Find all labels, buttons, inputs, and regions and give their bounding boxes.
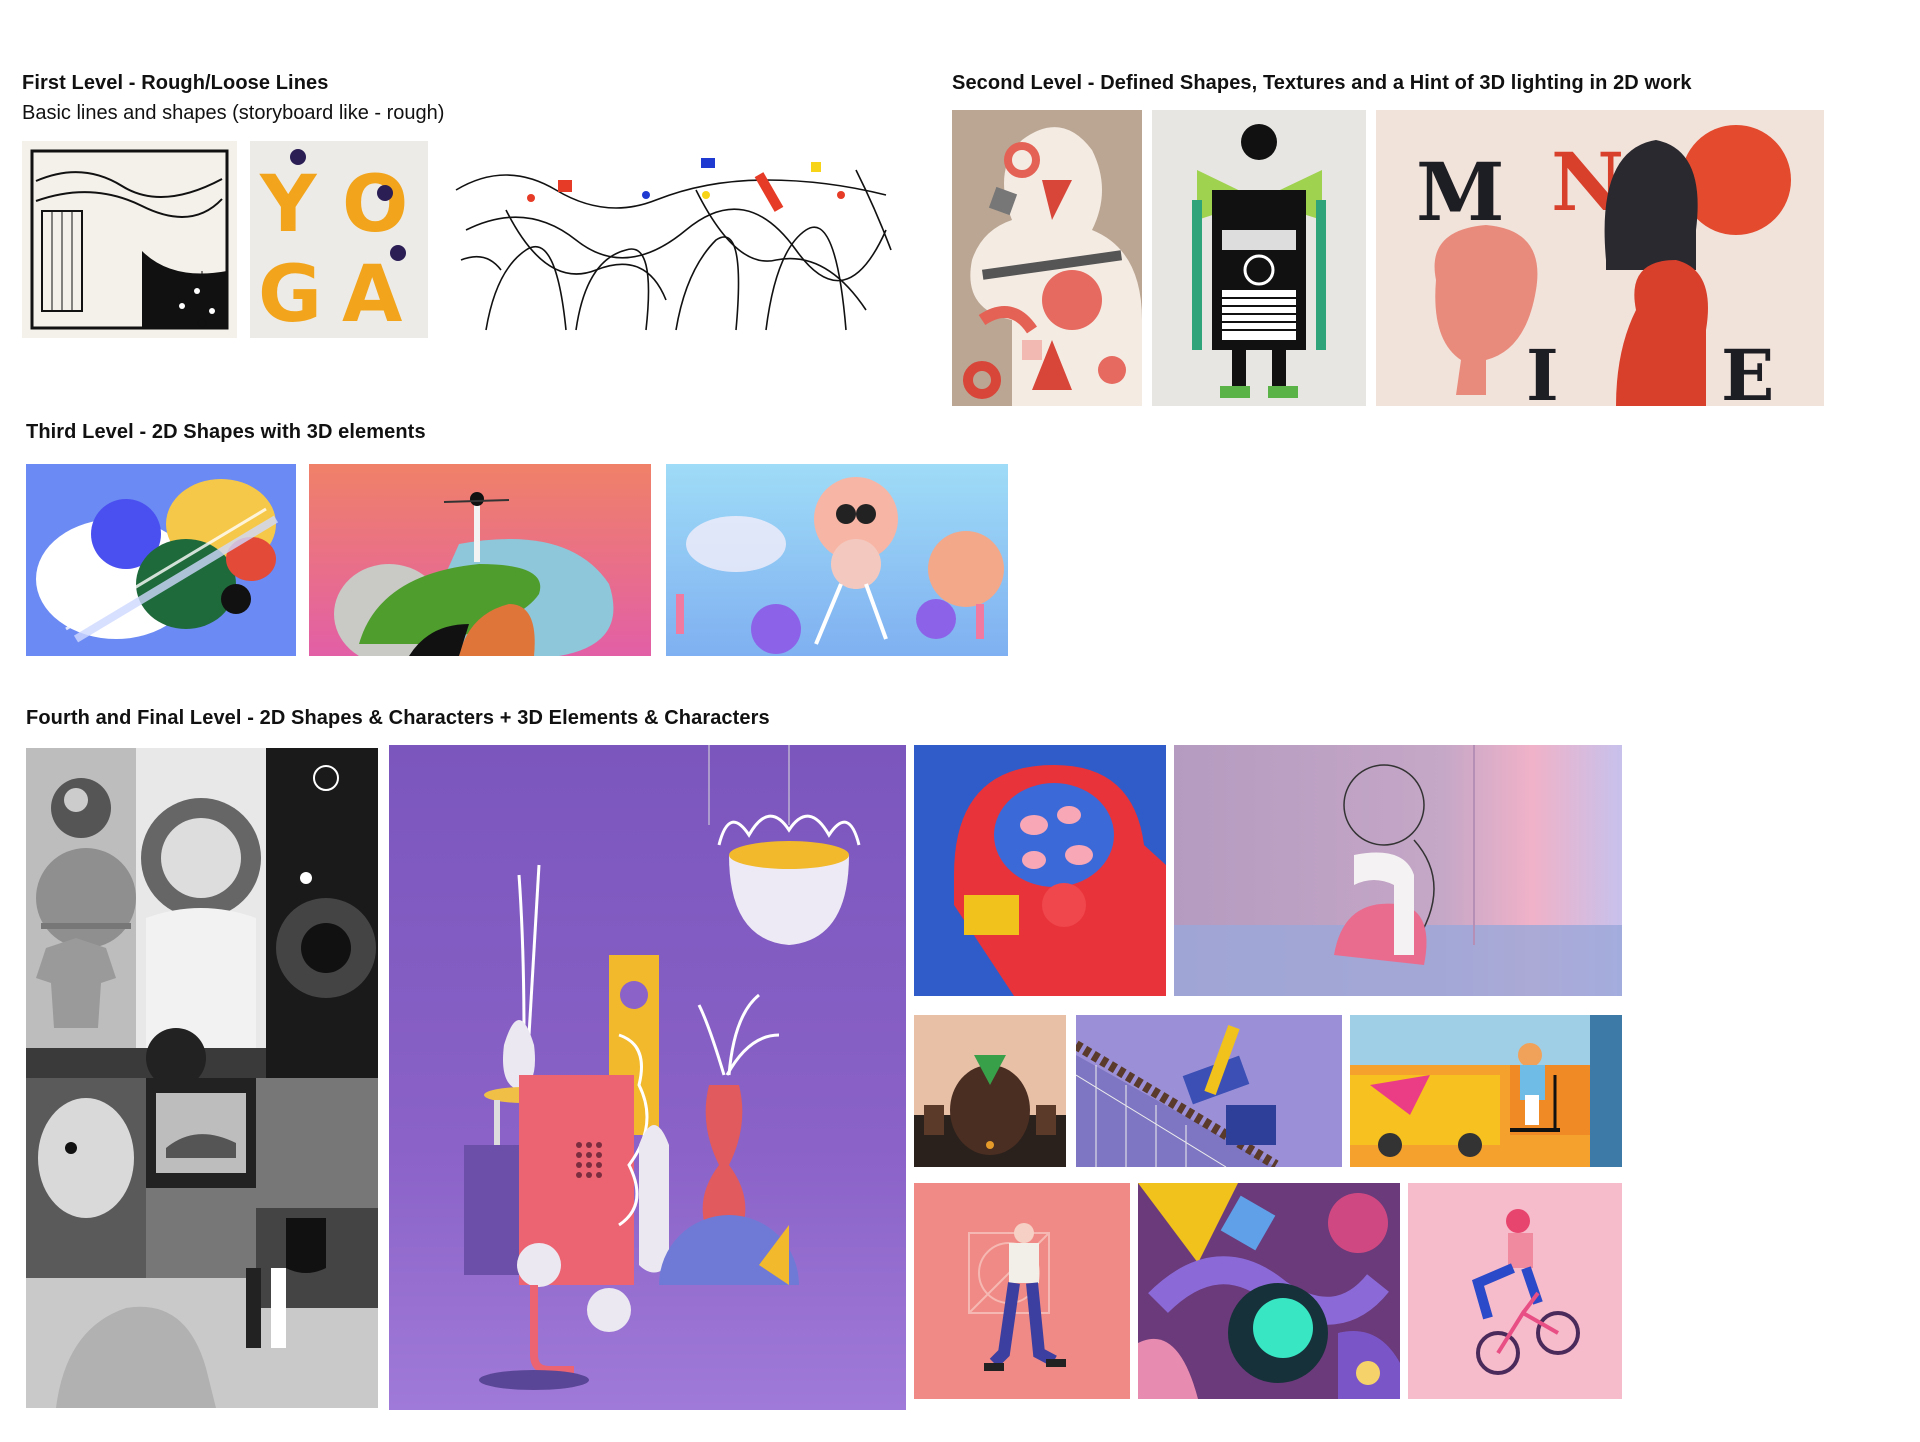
artwork-bmx-rider	[1408, 1183, 1622, 1399]
artwork-cosmic-tubes	[1138, 1183, 1400, 1399]
artwork-yoga-letters: Y O G A	[250, 141, 428, 338]
artwork-head-shapes	[952, 110, 1142, 406]
artwork-robot-figure	[1152, 110, 1366, 406]
sculpture-letter-i: I	[1526, 334, 1559, 406]
fourth-level-title: Fourth and Final Level - 2D Shapes & Cha…	[26, 707, 770, 729]
artwork-letters-sculpture: M N I E	[1376, 110, 1824, 406]
artwork-line-landscape	[22, 141, 237, 338]
artwork-scooter-rider	[1350, 1015, 1622, 1167]
artwork-grayscale-collage	[26, 748, 378, 1408]
artwork-blue-blobs	[26, 464, 296, 656]
artwork-purple-ramp	[1076, 1015, 1342, 1167]
artwork-red-head-circles	[914, 745, 1166, 996]
yoga-letter-y: Y	[259, 160, 318, 250]
sculpture-letter-e: E	[1721, 334, 1774, 406]
yoga-letter-o: O	[342, 160, 408, 250]
artwork-purple-still-life	[389, 745, 906, 1410]
first-level-title: First Level - Rough/Loose Lines	[22, 72, 329, 94]
artwork-pink-hill	[309, 464, 651, 656]
artwork-line-figures	[446, 150, 898, 340]
artwork-walking-figure	[914, 1183, 1130, 1399]
second-level-title: Second Level - Defined Shapes, Textures …	[952, 72, 1692, 94]
artwork-3d-character	[666, 464, 1008, 656]
first-level-subtitle: Basic lines and shapes (storyboard like …	[22, 102, 445, 124]
artwork-pink-room-sculpture	[1174, 745, 1622, 996]
artwork-hooded-figure	[914, 1015, 1066, 1167]
yoga-letter-g: G	[258, 250, 322, 338]
third-level-title: Third Level - 2D Shapes with 3D elements	[26, 421, 426, 443]
yoga-letter-a: A	[342, 250, 402, 338]
sculpture-letter-m: M	[1416, 145, 1505, 239]
